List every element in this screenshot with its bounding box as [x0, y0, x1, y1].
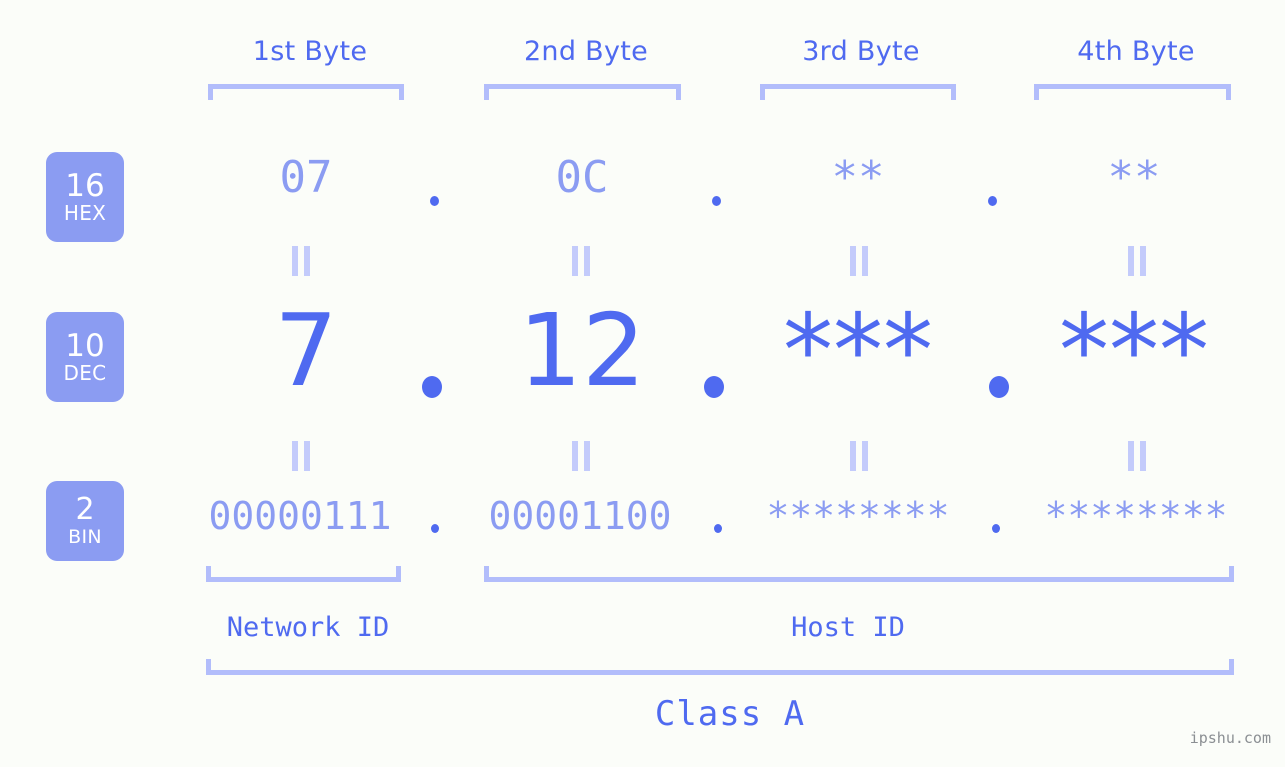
- dec-byte-1-value: 7: [274, 292, 338, 409]
- byte-bracket-3: [760, 84, 956, 100]
- equals-mark-dec-bin-2: [570, 441, 592, 471]
- hex-byte-4-value: **: [1107, 152, 1161, 203]
- hex-separator-dot-2: [712, 196, 721, 206]
- dec-byte-4-value: ***: [1059, 292, 1209, 409]
- byte-header-3: 3rd Byte: [802, 36, 920, 67]
- network-id-bracket: [206, 566, 401, 582]
- byte-bracket-1: [208, 84, 404, 100]
- bin-byte-4-value: ********: [1044, 494, 1228, 538]
- class-bracket: [206, 659, 1234, 675]
- radix-badge-hex-number: 16: [65, 168, 105, 204]
- host-id-label: Host ID: [791, 612, 905, 643]
- hex-byte-1-value: 07: [279, 152, 333, 203]
- radix-badge-dec: 10 DEC: [46, 312, 124, 402]
- byte-header-1: 1st Byte: [252, 36, 368, 67]
- bin-byte-2-value: 00001100: [488, 494, 672, 538]
- radix-badge-hex-name: HEX: [63, 201, 107, 225]
- site-watermark: ipshu.com: [1189, 729, 1271, 747]
- byte-bracket-4: [1034, 84, 1231, 100]
- equals-mark-hex-dec-2: [570, 246, 592, 276]
- bin-separator-dot-2: [714, 524, 722, 533]
- dec-separator-dot-2: [704, 376, 724, 398]
- dec-separator-dot-3: [989, 376, 1009, 398]
- host-id-bracket: [484, 566, 1234, 582]
- equals-mark-hex-dec-1: [290, 246, 312, 276]
- radix-badge-bin: 2 BIN: [46, 481, 124, 561]
- bin-separator-dot-3: [992, 524, 1000, 533]
- bin-byte-1-value: 00000111: [208, 494, 392, 538]
- dec-byte-3-value: ***: [783, 292, 933, 409]
- dec-separator-dot-1: [422, 376, 442, 398]
- byte-bracket-2: [484, 84, 681, 100]
- byte-header-4: 4th Byte: [1077, 36, 1195, 67]
- radix-badge-bin-name: BIN: [68, 526, 102, 548]
- bin-byte-3-value: ********: [766, 494, 950, 538]
- hex-separator-dot-1: [430, 196, 439, 206]
- bin-separator-dot-1: [431, 524, 439, 533]
- radix-badge-bin-number: 2: [75, 492, 95, 527]
- hex-byte-3-value: **: [831, 152, 885, 203]
- hex-byte-2-value: 0C: [555, 152, 609, 203]
- radix-badge-dec-number: 10: [65, 328, 105, 364]
- equals-mark-dec-bin-1: [290, 441, 312, 471]
- equals-mark-hex-dec-3: [848, 246, 870, 276]
- byte-header-2: 2nd Byte: [523, 36, 649, 67]
- network-id-label: Network ID: [226, 612, 390, 643]
- ip-byte-diagram: 1st Byte 2nd Byte 3rd Byte 4th Byte 16 H…: [0, 0, 1285, 767]
- equals-mark-dec-bin-3: [848, 441, 870, 471]
- radix-badge-dec-name: DEC: [63, 361, 107, 385]
- equals-mark-hex-dec-4: [1126, 246, 1148, 276]
- class-label: Class A: [654, 694, 806, 734]
- radix-badge-hex: 16 HEX: [46, 152, 124, 242]
- dec-byte-2-value: 12: [518, 292, 646, 409]
- equals-mark-dec-bin-4: [1126, 441, 1148, 471]
- hex-separator-dot-3: [988, 196, 997, 206]
